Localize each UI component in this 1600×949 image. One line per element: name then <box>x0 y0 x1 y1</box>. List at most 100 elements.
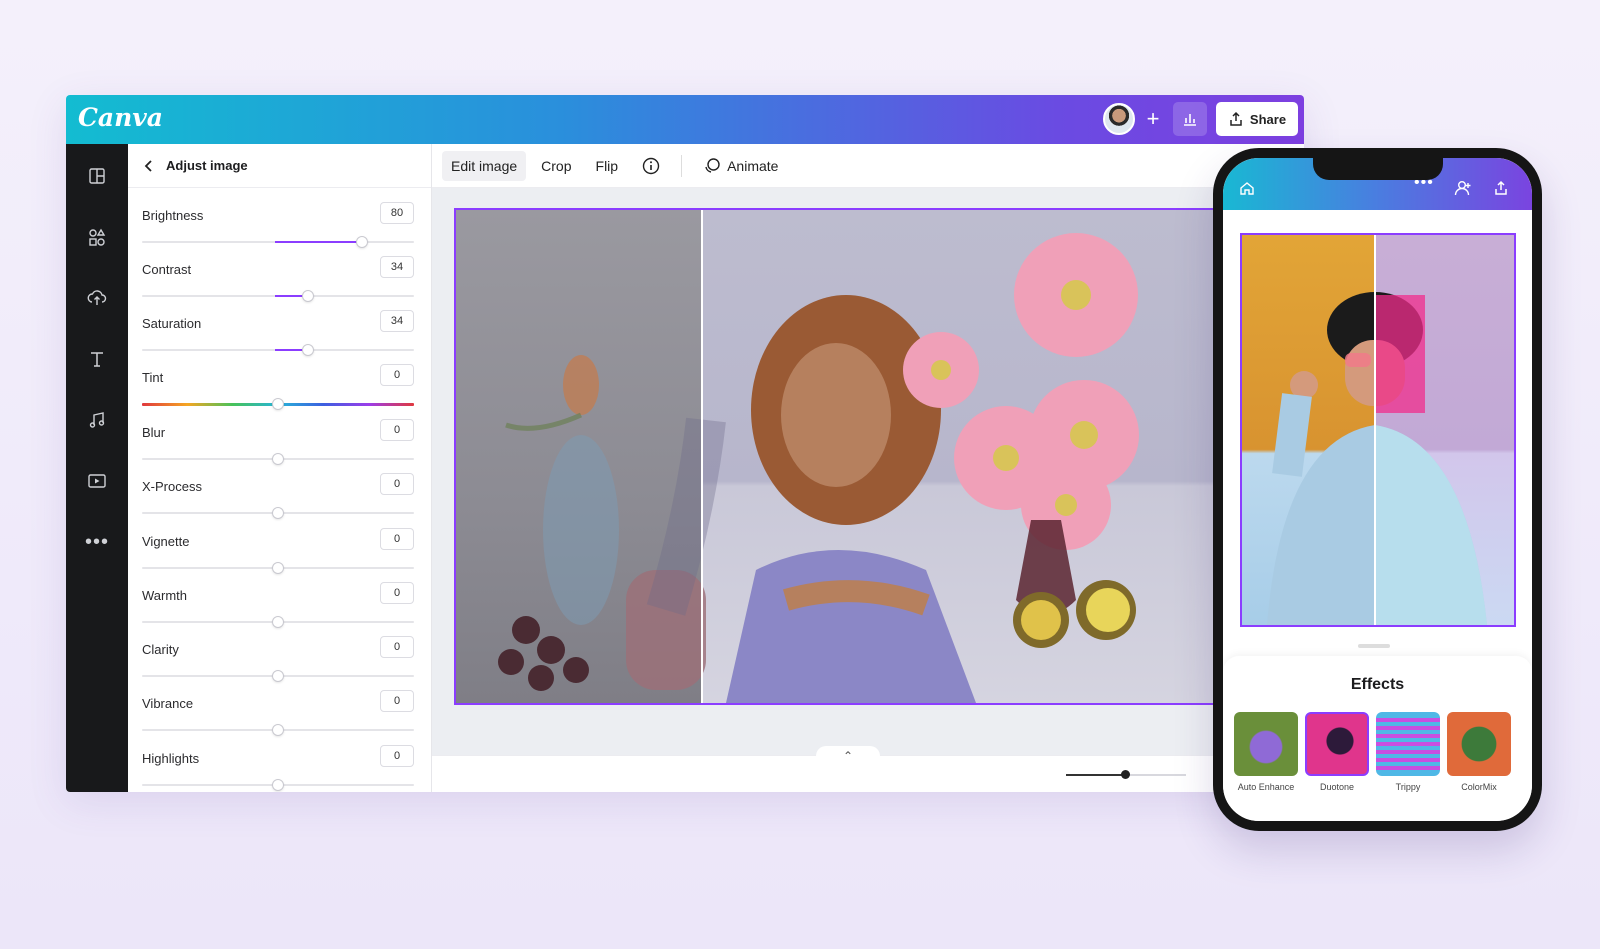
adjustment-label: X-Process <box>142 479 202 494</box>
slider-handle[interactable] <box>272 724 284 736</box>
uploads-icon[interactable] <box>83 284 111 312</box>
adjustment-value-input[interactable]: 0 <box>380 528 414 550</box>
adjustment-value-input[interactable]: 0 <box>380 473 414 495</box>
effect-label: Auto Enhance <box>1237 782 1295 792</box>
info-icon <box>642 157 660 174</box>
adjustment-label: Vignette <box>142 534 190 549</box>
zoom-fill <box>1066 774 1126 776</box>
slider-handle[interactable] <box>301 290 314 302</box>
phone-share-icon[interactable] <box>1493 180 1509 196</box>
avatar[interactable] <box>1103 103 1135 135</box>
adjustment-blur: Blur 0 <box>142 419 414 473</box>
before-after-divider[interactable] <box>701 210 703 703</box>
animate-icon <box>705 157 720 173</box>
adjustment-label: Vibrance <box>142 696 194 711</box>
adjustment-value-input[interactable]: 34 <box>380 256 414 278</box>
animate-label: Animate <box>727 157 779 174</box>
adjustment-label: Warmth <box>142 588 188 603</box>
slider-handle[interactable] <box>356 236 369 248</box>
zoom-slider[interactable] <box>1066 770 1186 779</box>
effect-auto-enhance[interactable]: Auto Enhance <box>1234 712 1298 792</box>
back-arrow-icon[interactable] <box>144 159 154 173</box>
elements-icon[interactable] <box>83 223 111 251</box>
adjustment-slider[interactable] <box>142 398 414 410</box>
edit-image-button[interactable]: Edit image <box>442 150 527 181</box>
adjustment-slider[interactable] <box>142 453 414 465</box>
adjustment-slider[interactable] <box>142 236 414 248</box>
adjustment-value-input[interactable]: 34 <box>380 310 414 332</box>
slider-handle[interactable] <box>272 507 284 519</box>
adjustment-label: Clarity <box>142 642 179 657</box>
animate-button[interactable]: Animate <box>694 150 787 182</box>
audio-icon[interactable] <box>83 406 111 434</box>
bottom-bar: ⌃ <box>432 746 1304 792</box>
adjustment-label: Brightness <box>142 208 204 223</box>
adjustment-label: Saturation <box>142 316 202 331</box>
sheet-handle[interactable] <box>1358 644 1390 648</box>
adjustment-slider[interactable] <box>142 670 414 682</box>
top-bar: Canva + Share <box>66 95 1304 144</box>
expand-pages-button[interactable]: ⌃ <box>816 746 880 764</box>
slider-handle[interactable] <box>272 453 284 465</box>
phone-mockup: ••• Effects Auto Enhance Duotone Trippy … <box>1213 148 1542 831</box>
slider-handle[interactable] <box>272 616 284 628</box>
adjustment-slider[interactable] <box>142 779 414 791</box>
adjustment-vignette: Vignette 0 <box>142 528 414 582</box>
slider-handle[interactable] <box>272 670 284 682</box>
slider-handle[interactable] <box>301 344 314 356</box>
home-icon[interactable] <box>1239 180 1255 196</box>
adjustment-label: Tint <box>142 370 164 385</box>
effect-trippy[interactable]: Trippy <box>1376 712 1440 792</box>
effect-thumbnail <box>1234 712 1298 776</box>
effect-duotone[interactable]: Duotone <box>1305 712 1369 792</box>
adjustment-slider[interactable] <box>142 507 414 519</box>
adjustment-value-input[interactable]: 0 <box>380 745 414 767</box>
adjustment-value-input[interactable]: 0 <box>380 364 414 386</box>
adjustment-slider[interactable] <box>142 616 414 628</box>
phone-photo[interactable] <box>1240 233 1516 627</box>
adjustment-value-input[interactable]: 80 <box>380 202 414 224</box>
image-toolbar: Edit image Crop Flip Animate <box>432 144 1304 188</box>
effects-sheet: Effects Auto Enhance Duotone Trippy Colo… <box>1223 656 1532 821</box>
adjustment-value-input[interactable]: 0 <box>380 582 414 604</box>
more-icon[interactable]: ••• <box>83 528 111 556</box>
share-icon <box>1230 111 1242 126</box>
effect-colormix[interactable]: ColorMix <box>1447 712 1511 792</box>
layout-icon[interactable] <box>83 162 111 190</box>
phone-before-after-divider[interactable] <box>1374 235 1376 625</box>
adjustment-slider[interactable] <box>142 562 414 574</box>
adjustment-vibrance: Vibrance 0 <box>142 690 414 744</box>
flip-button[interactable]: Flip <box>587 151 628 181</box>
adjustment-value-input[interactable]: 0 <box>380 636 414 658</box>
slider-handle[interactable] <box>272 779 284 791</box>
adjustment-brightness: Brightness 80 <box>142 202 414 256</box>
zoom-handle[interactable] <box>1121 770 1130 779</box>
add-collaborator-button[interactable]: + <box>1138 103 1168 135</box>
collaborate-icon[interactable] <box>1452 180 1472 196</box>
adjust-panel: Adjust image Brightness 80 Contrast 34 Satur… <box>128 144 432 792</box>
canva-logo[interactable]: Canva <box>78 103 163 132</box>
share-button[interactable]: Share <box>1216 102 1298 136</box>
slider-handle[interactable] <box>272 562 284 574</box>
phone-photo-illustration <box>1267 292 1487 625</box>
effect-label: Duotone <box>1319 782 1355 792</box>
info-button[interactable] <box>633 150 669 182</box>
effect-label: Trippy <box>1395 782 1421 792</box>
adjustment-value-input[interactable]: 0 <box>380 690 414 712</box>
text-icon[interactable] <box>83 345 111 373</box>
side-rail: ••• <box>66 144 128 792</box>
effect-thumbnail <box>1447 712 1511 776</box>
selected-photo[interactable] <box>454 208 1244 705</box>
adjustment-slider[interactable] <box>142 344 414 356</box>
slider-handle[interactable] <box>272 398 284 410</box>
slider-fill <box>275 241 363 243</box>
adjustment-warmth: Warmth 0 <box>142 582 414 636</box>
adjustment-value-input[interactable]: 0 <box>380 419 414 441</box>
adjustment-slider[interactable] <box>142 290 414 302</box>
effect-thumbnail <box>1376 712 1440 776</box>
crop-button[interactable]: Crop <box>532 151 580 181</box>
video-icon[interactable] <box>83 467 111 495</box>
adjustment-slider[interactable] <box>142 724 414 736</box>
adjustment-saturation: Saturation 34 <box>142 310 414 364</box>
insights-button[interactable] <box>1173 102 1207 136</box>
